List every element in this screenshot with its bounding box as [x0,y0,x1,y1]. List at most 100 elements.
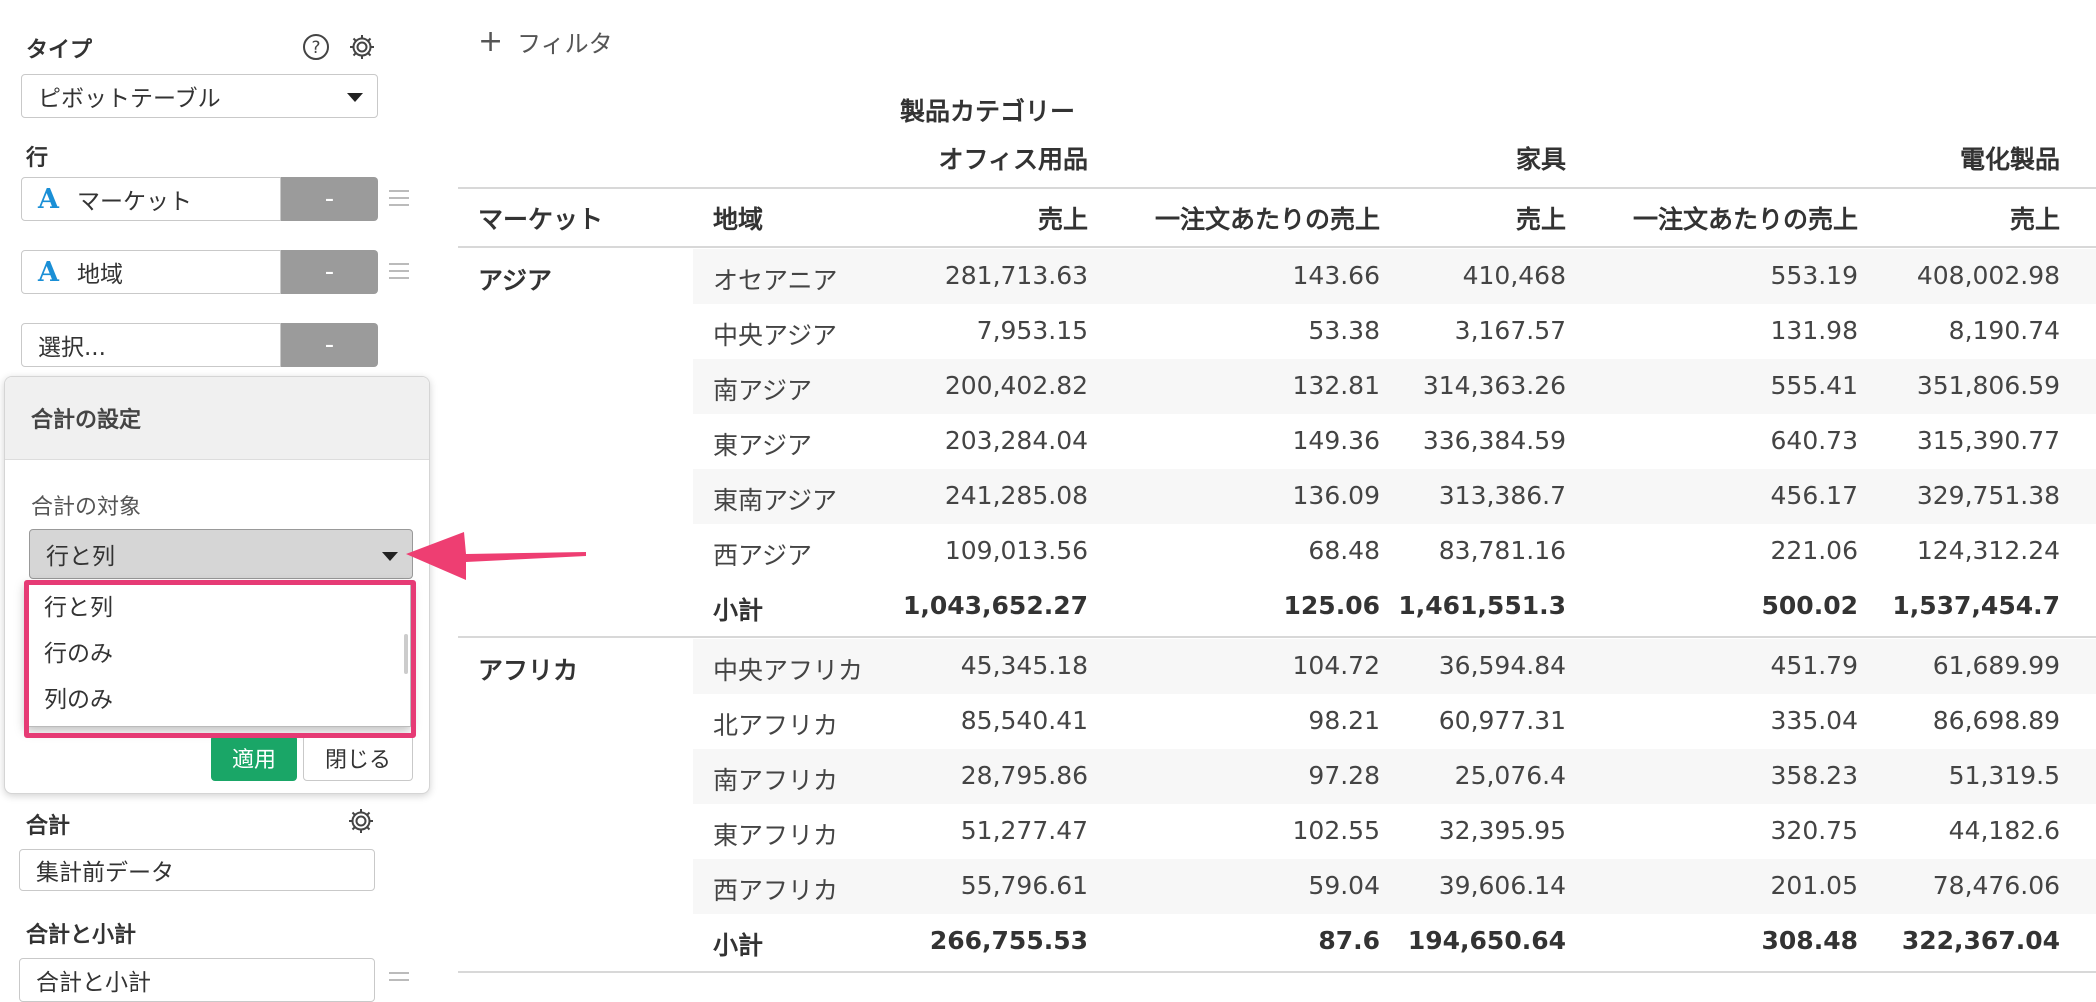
value-cell: 124,312.24 [1916,536,2060,565]
row-stripe [693,859,2096,914]
text-type-icon: A [38,256,59,288]
chevron-down-icon [347,93,363,102]
drag-handle-icon[interactable] [389,972,409,986]
row-stripe [693,469,2096,524]
value-cell: 61,689.99 [1932,651,2060,680]
subtotal-cell: 125.06 [1283,591,1380,620]
gear-icon[interactable] [347,32,377,62]
total-target-label: 合計の対象 [31,495,142,520]
value-cell: 329,751.38 [1916,481,2060,510]
help-icon[interactable]: ? [301,32,331,62]
value-cell: 104.72 [1292,651,1380,680]
subtotal-cell: 1,537,454.7 [1892,591,2060,620]
column-header: 売上 [2009,205,2060,234]
value-cell: 7,953.15 [976,316,1088,345]
value-cell: 102.55 [1292,816,1380,845]
value-cell: 315,390.77 [1916,426,2060,455]
drag-handle-icon[interactable] [389,190,409,211]
total-target-select[interactable]: 行と列 [29,529,413,579]
value-cell: 39,606.14 [1438,871,1566,900]
value-cell: 313,386.7 [1438,481,1566,510]
row-field-label: 地域 [76,262,123,288]
region-cell: 西アフリカ [713,876,839,905]
row-field-market[interactable]: A マーケット [21,177,281,221]
subtotal-label: 小計 [713,931,764,960]
dropdown-highlight-box [24,580,416,738]
value-cell: 358.23 [1770,761,1858,790]
region-cell: 中央アジア [713,321,838,350]
remove-row-button[interactable]: - [281,250,378,294]
subtotal-cell: 500.02 [1761,591,1858,620]
row-stripe [693,359,2096,414]
value-cell: 28,795.86 [960,761,1088,790]
remove-row-button[interactable]: - [281,177,378,221]
value-cell: 320.75 [1770,816,1858,845]
subtotal-cell: 322,367.04 [1901,926,2060,955]
region-cell: 北アフリカ [713,711,839,740]
value-cell: 640.73 [1770,426,1858,455]
value-cell: 68.48 [1308,536,1380,565]
value-cell: 136.09 [1292,481,1380,510]
region-cell: 東アジア [713,431,813,460]
subtotal-label: 小計 [713,596,764,625]
subtotal-select[interactable]: 合計と小計 [19,958,375,1002]
value-cell: 200,402.82 [944,371,1088,400]
close-button[interactable]: 閉じる [303,735,413,781]
value-cell: 336,384.59 [1422,426,1566,455]
value-cell: 55,796.61 [960,871,1088,900]
value-cell: 8,190.74 [1948,316,2060,345]
subtotal-label: 合計と小計 [26,923,137,948]
value-cell: 335.04 [1770,706,1858,735]
chevron-down-icon [382,552,398,561]
pivot-table: 製品カテゴリー オフィス用品 家具 電化製品 マーケット 地域 売上 一注文あたりの売上 売上 一… [458,0,2096,982]
value-cell: 36,594.84 [1438,651,1566,680]
value-cell: 351,806.59 [1916,371,2060,400]
value-cell: 53.38 [1308,316,1380,345]
column-header: 一注文あたりの売上 [1632,205,1858,234]
row-field-region[interactable]: A 地域 [21,250,281,294]
value-cell: 32,395.95 [1438,816,1566,845]
row-stripe [693,749,2096,804]
column-header: 地域 [713,205,764,234]
value-cell: 203,284.04 [944,426,1088,455]
popover-title: 合計の設定 [5,377,429,460]
value-cell: 132.81 [1292,371,1380,400]
value-cell: 201.05 [1770,871,1858,900]
gear-icon[interactable] [346,806,376,836]
subtotal-cell: 266,755.53 [929,926,1088,955]
subtotal-cell: 1,043,652.27 [902,591,1088,620]
divider [458,246,2096,248]
category-header: 電化製品 [1959,145,2060,174]
value-cell: 78,476.06 [1932,871,2060,900]
value-cell: 456.17 [1770,481,1858,510]
region-cell: 西アジア [713,541,813,570]
total-target-value: 行と列 [46,544,115,570]
value-cell: 98.21 [1308,706,1380,735]
divider [458,971,2096,973]
subtotal-cell: 1,461,551.3 [1398,591,1566,620]
value-cell: 44,182.6 [1948,816,2060,845]
subtotal-cell: 308.48 [1761,926,1858,955]
value-cell: 451.79 [1770,651,1858,680]
region-cell: 東南アジア [713,486,838,515]
value-cell: 83,781.16 [1438,536,1566,565]
market-label: アジア [478,266,553,295]
value-cell: 553.19 [1770,261,1858,290]
divider [458,636,2096,638]
value-cell: 51,277.47 [960,816,1088,845]
drag-handle-icon[interactable] [389,263,409,284]
value-cell: 59.04 [1308,871,1380,900]
value-cell: 555.41 [1770,371,1858,400]
remove-row-button[interactable]: - [281,323,378,367]
svg-text:?: ? [311,38,320,58]
region-cell: 中央アフリカ [713,656,864,685]
region-cell: 東アフリカ [713,821,839,850]
apply-button[interactable]: 適用 [211,735,297,781]
total-source-select[interactable]: 集計前データ [19,849,375,891]
value-cell: 314,363.26 [1422,371,1566,400]
category-header: オフィス用品 [938,145,1088,174]
type-select[interactable]: ピボットテーブル [21,74,378,118]
row-field-select[interactable]: 選択... [21,323,281,367]
value-cell: 45,345.18 [960,651,1088,680]
value-cell: 408,002.98 [1916,261,2060,290]
